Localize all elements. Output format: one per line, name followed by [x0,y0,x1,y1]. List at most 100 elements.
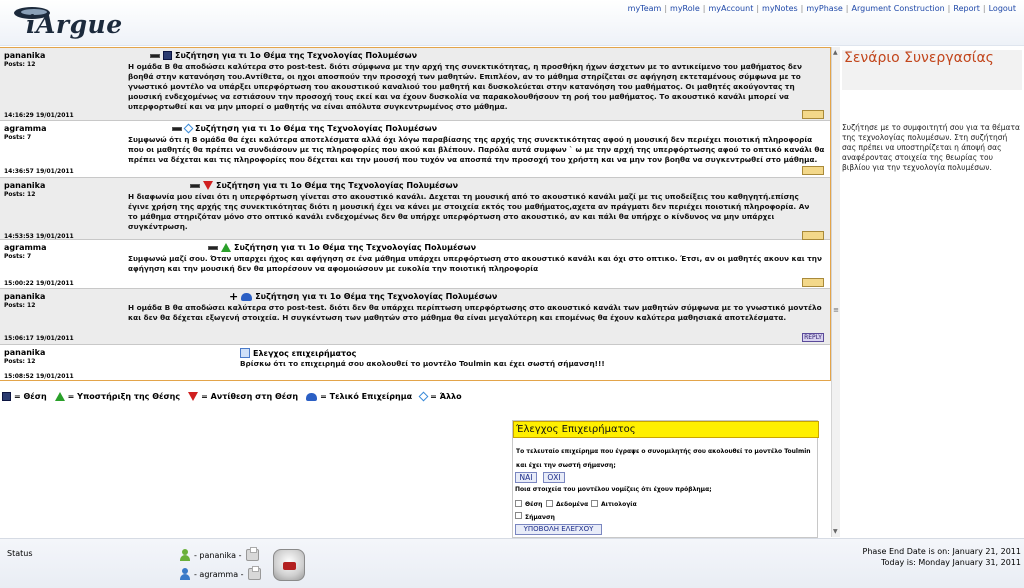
message-item: agramma Posts: 7 Συζήτηση για τι 1ο Θέμα… [0,240,830,289]
message-subject-line: Συζήτηση για τι 1ο Θέμα της Τεχνολογίας … [172,123,438,134]
reply-button[interactable]: REPLY [802,333,824,342]
message-subject-line: Συζήτηση για τι 1ο Θέμα της Τεχνολογίας … [150,51,417,60]
message-body: Η ομάδα Β θα αποδώσει καλύτερα στο post-… [128,62,802,111]
checkbox-qualifier-label: Σήμανση [525,514,555,521]
position-square-icon [163,51,172,60]
message-author: pananika [4,51,46,60]
legend-label: = Υποστήριξη της Θέσης [67,392,181,401]
legend-label: = Αντίθεση στη Θέση [201,392,299,401]
scroll-down-icon[interactable]: ▼ [833,528,838,535]
yes-button[interactable]: ΝΑΙ [515,472,537,483]
user-green-icon [180,549,190,561]
header: iArgue myTeam | myRole | myAccount | myNotes | m… [0,0,1024,46]
other-diamond-icon [418,391,429,402]
message-timestamp: 14:53:53 19/01/2011 [4,233,74,240]
iargue-logo[interactable]: iArgue [10,4,135,42]
nav-argument-construction[interactable]: Argument Construction [852,4,945,13]
opposition-triangle-icon [203,181,213,190]
scroll-up-icon[interactable]: ▲ [833,49,838,56]
legend-item: = Άλλο [418,391,462,402]
reply-button[interactable] [802,278,824,287]
nav-myaccount[interactable]: myAccount [709,4,754,13]
nav-myteam[interactable]: myTeam [628,4,662,13]
message-posts: Posts: 12 [4,61,36,68]
expand-plus-icon[interactable]: + [229,291,238,302]
logo-text: iArgue [26,10,123,39]
message-subject-line: Ελεγχος επιχειρήματος [240,348,356,358]
checkbox-warrant-label: Αιτιολογία [601,501,637,508]
message-author: pananika [4,181,46,190]
nav-separator: | [664,4,668,13]
legend: = Θέση = Υποστήριξη της Θέσης = Αντίθεση… [2,391,470,402]
message-posts: Posts: 12 [4,358,36,365]
online-user: - pananika - [180,547,259,561]
message-item: pananika Posts: 12 + Συζήτηση για τι 1ο … [0,289,830,345]
online-user-name: - pananika - [194,550,242,560]
page-scrollbar[interactable]: ▲ ≡ ▼ [831,47,840,537]
position-square-icon [2,392,11,401]
online-user: - agramma - [180,566,261,580]
large-printer-icon[interactable] [273,549,305,581]
nav-separator: | [947,4,951,13]
scenario-title: Σενάριο Συνεργασίας [842,50,1022,90]
discussion-panel: pananika Posts: 12 Συζήτηση για τι 1ο Θέ… [0,47,831,381]
message-posts: Posts: 7 [4,134,32,141]
message-subject-line: + Συζήτηση για τι 1ο Θέμα της Τεχνολογία… [229,291,498,302]
legend-item: = Υποστήριξη της Θέσης [54,392,181,401]
nav-separator: | [702,4,706,13]
nav-separator: | [756,4,760,13]
nav-separator: | [982,4,986,13]
message-body: Συμφωνώ ότι η Β ομάδα θα έχει καλύτερα α… [128,135,825,164]
message-subject: Συζήτηση για τι 1ο Θέμα της Τεχνολογίας … [255,292,498,301]
message-body: Βρίσκω ότι το επιχειρημά σου ακολουθεί τ… [240,359,605,368]
checkbox-thesis-label: Θέση [525,501,543,508]
reply-button[interactable] [802,110,824,119]
message-subject: Συζήτηση για τι 1ο Θέμα της Τεχνολογίας … [195,124,438,133]
message-timestamp: 15:00:22 19/01/2011 [4,280,74,287]
nav-separator: | [800,4,804,13]
message-body: Η διαφωνία μου είναι ότι η υπερφόρτωση γ… [128,192,810,231]
message-author: pananika [4,292,46,301]
message-posts: Posts: 12 [4,191,36,198]
nav-report[interactable]: Report [953,4,980,13]
message-posts: Posts: 7 [4,253,32,260]
dash-icon [190,183,200,188]
reply-button[interactable] [802,231,824,240]
message-subject-line: Συζήτηση για τι 1ο Θέμα της Τεχνολογίας … [208,243,476,252]
printer-icon[interactable] [247,566,261,580]
message-author: pananika [4,348,46,357]
message-timestamp: 15:06:17 19/01/2011 [4,335,74,342]
nav-logout[interactable]: Logout [989,4,1016,13]
checkbox-qualifier[interactable] [515,512,522,519]
reply-button[interactable] [802,166,824,175]
argument-check-question: Το τελευταίο επιχείρημα που έγραψε ο συν… [516,448,811,469]
submit-check-button[interactable]: ΥΠΟΒΟΛΗ ΕΛΕΓΧΟΥ [515,524,602,535]
message-subject: Συζήτηση για τι 1ο Θέμα της Τεχνολογίας … [234,243,477,252]
legend-label: = Τελικό Επιχείρημα [320,392,413,401]
message-body: Η ομάδα Β θα αποδώσει καλύτερα στο post-… [128,303,822,322]
phase-info: Phase End Date is on: January 21, 2011 T… [863,546,1021,568]
support-triangle-icon [221,243,231,252]
scroll-grip-icon[interactable]: ≡ [833,307,839,317]
nav-mynotes[interactable]: myNotes [762,4,798,13]
no-button[interactable]: ΟΧΙ [543,472,565,483]
support-triangle-icon [54,392,65,401]
nav-separator: | [845,4,849,13]
message-item: agramma Posts: 7 Συζήτηση για τι 1ο Θέμα… [0,121,830,178]
opposition-triangle-icon [188,392,199,401]
checkbox-data[interactable] [546,500,553,507]
nav-myphase[interactable]: myPhase [806,4,842,13]
checkbox-warrant[interactable] [591,500,598,507]
scenario-text: Συζήτησε με το συμφοιτητή σου για τα θέμ… [842,123,1020,172]
dash-icon [208,245,218,250]
message-timestamp: 15:08:52 19/01/2011 [4,373,74,380]
argument-check-title: Έλεγχος Επιχειρήματος [513,421,819,438]
checkbox-thesis[interactable] [515,500,522,507]
message-item: pananika Posts: 12 Ελεγχος επιχειρήματος… [0,345,830,380]
message-subject-line: Συζήτηση για τι 1ο Θέμα της Τεχνολογίας … [190,181,458,190]
problem-elements-question: Ποια στοιχεία του μοντέλου νομίζεις ότι … [515,486,712,493]
argument-check-icon [240,348,250,358]
printer-icon[interactable] [245,547,259,561]
legend-label: = Θέση [14,392,47,401]
nav-myrole[interactable]: myRole [670,4,700,13]
